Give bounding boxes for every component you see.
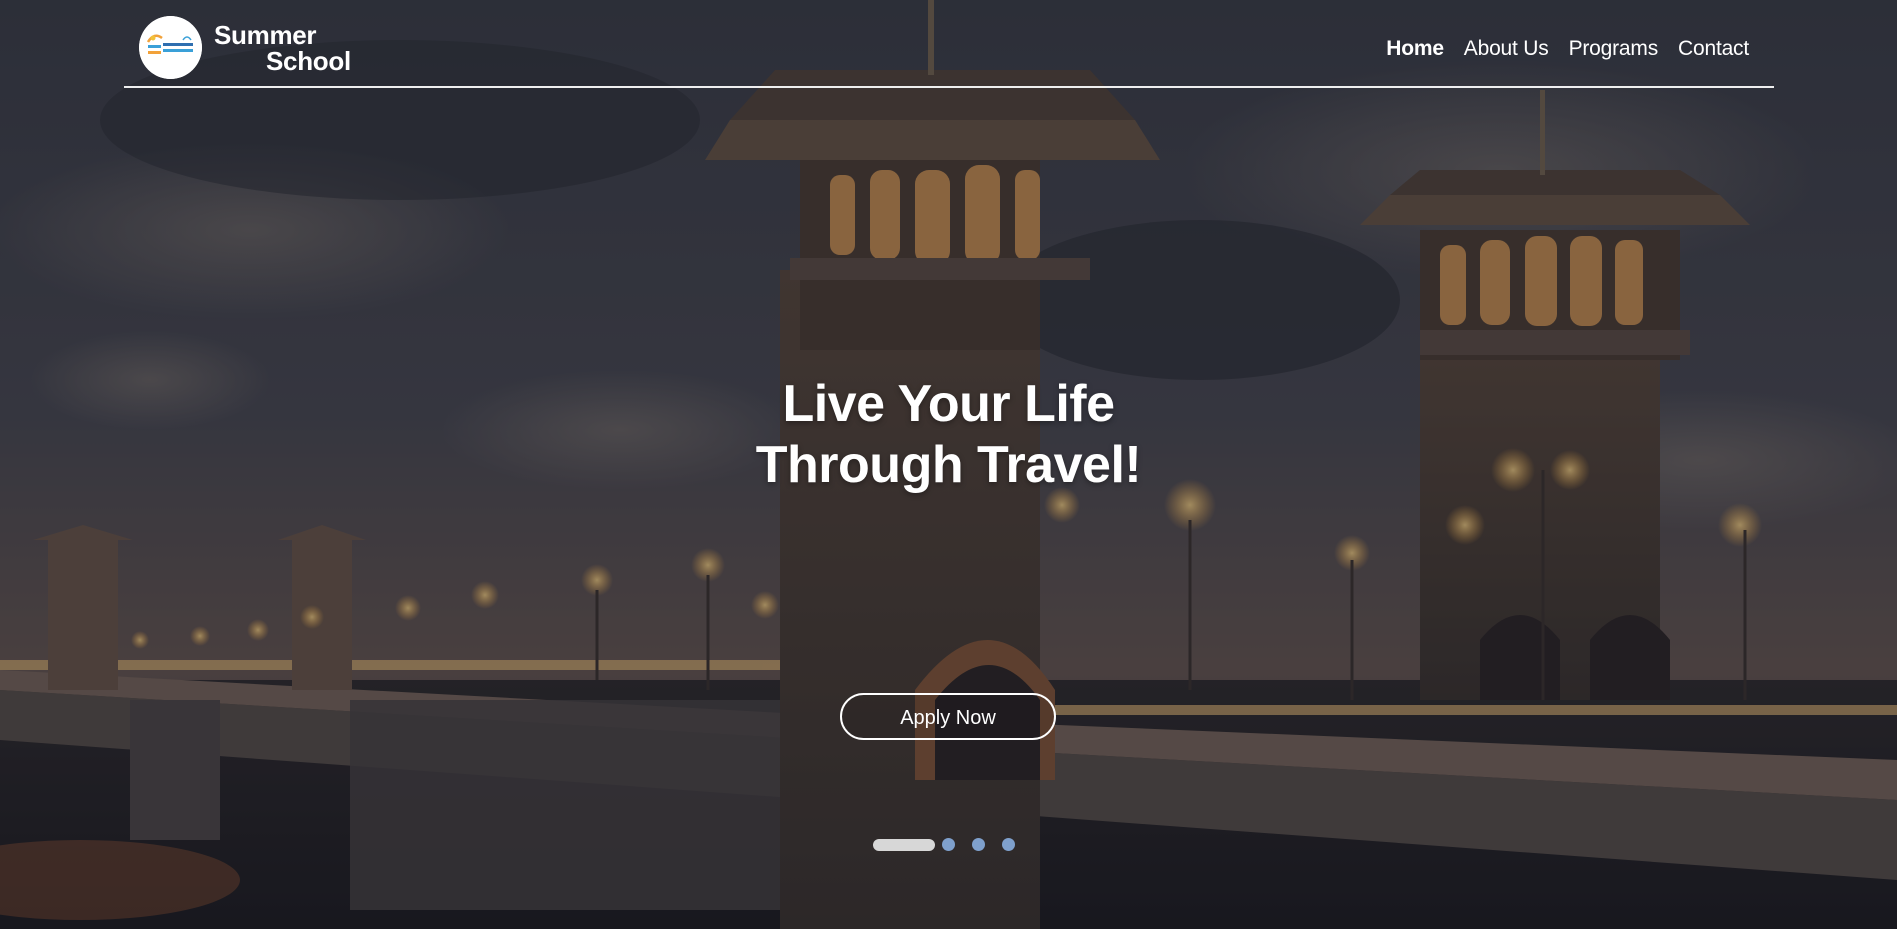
carousel-dot-1[interactable] bbox=[873, 839, 935, 851]
site-header: Summer School Home About Us Programs Con… bbox=[124, 0, 1774, 88]
hero-section: Summer School Home About Us Programs Con… bbox=[0, 0, 1897, 929]
hero-headline-line1: Live Your Life bbox=[782, 375, 1115, 433]
nav-item-about-us[interactable]: About Us bbox=[1464, 36, 1549, 62]
nav-item-home[interactable]: Home bbox=[1386, 36, 1444, 62]
summer-school-logo-icon[interactable] bbox=[139, 16, 202, 79]
hero-headline: Live Your Life Through Travel! bbox=[0, 374, 1897, 496]
nav-item-contact[interactable]: Contact bbox=[1678, 36, 1749, 62]
carousel-dot-3[interactable] bbox=[972, 838, 985, 851]
main-nav: Home About Us Programs Contact bbox=[1366, 36, 1749, 62]
nav-item-programs[interactable]: Programs bbox=[1569, 36, 1659, 62]
brand-name-line2: School bbox=[266, 46, 351, 76]
carousel-dot-4[interactable] bbox=[1002, 838, 1015, 851]
apply-now-button[interactable]: Apply Now bbox=[840, 693, 1056, 740]
brand-name-line1: Summer bbox=[214, 20, 317, 50]
brand-name[interactable]: Summer School bbox=[214, 22, 351, 74]
carousel-dot-2[interactable] bbox=[942, 838, 955, 851]
hero-headline-line2: Through Travel! bbox=[755, 436, 1142, 494]
